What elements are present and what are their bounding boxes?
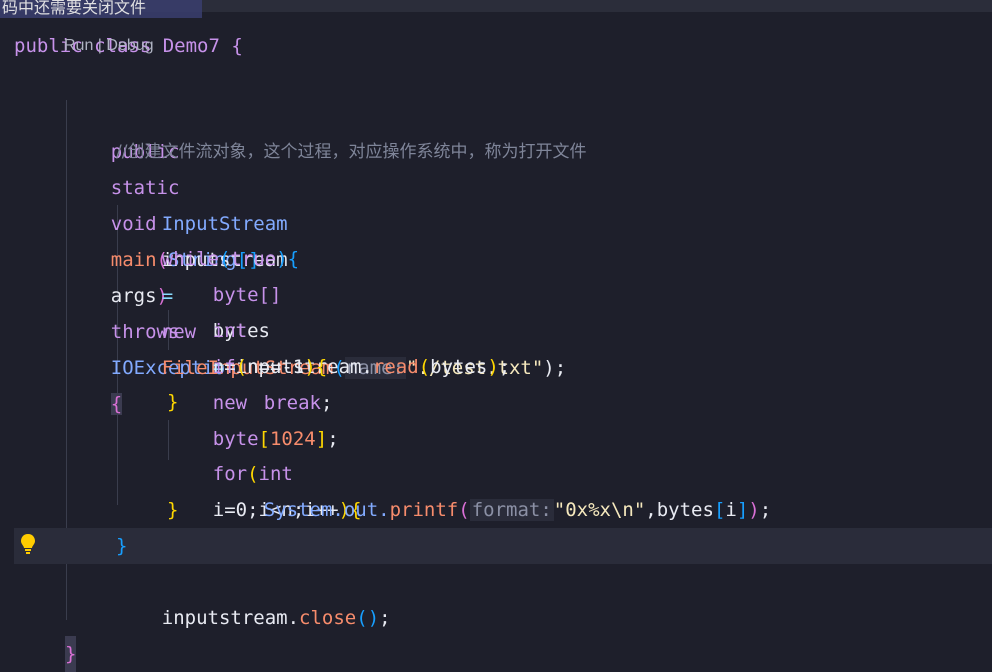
code-line-read[interactable]: int n=inputstream.read(bytes); — [0, 241, 992, 378]
code-line-comment[interactable]: //创建文件流对象，这个过程，对应操作系统中，称为打开文件 — [0, 98, 992, 162]
code-line-break[interactable]: break; — [0, 313, 992, 414]
code-line-while[interactable]: while(true){ — [0, 169, 992, 270]
code-line-for-close[interactable]: } — [0, 456, 992, 521]
code-line-while-close[interactable]: } — [0, 492, 992, 557]
header-strip: 码中还需要关闭文件 — [0, 0, 202, 18]
lightbulb-icon[interactable] — [18, 532, 38, 556]
code-line-printf[interactable]: System.out.printf(format: "0x%x\n",bytes[… — [0, 420, 992, 521]
code-line-main-close[interactable]: } — [0, 600, 992, 672]
code-line-main-signature[interactable]: public static void main(String[] args) t… — [0, 62, 992, 415]
code-line-bytes[interactable]: byte[] bytes = new byte[1024]; — [0, 205, 992, 450]
codelens-run-debug[interactable]: Run | Debug — [64, 37, 154, 55]
code-line-if[interactable]: if(n==-1){ — [0, 277, 992, 378]
code-line-if-close[interactable]: } — [0, 348, 992, 413]
code-line-close[interactable]: inputstream.close(); — [0, 528, 992, 629]
brace: } — [65, 636, 77, 672]
code-line-for[interactable]: for(int i=0;i<n;i++){ — [0, 384, 992, 521]
code-line-declaration[interactable]: InputStream inputstream = new FileInputS… — [0, 134, 992, 379]
